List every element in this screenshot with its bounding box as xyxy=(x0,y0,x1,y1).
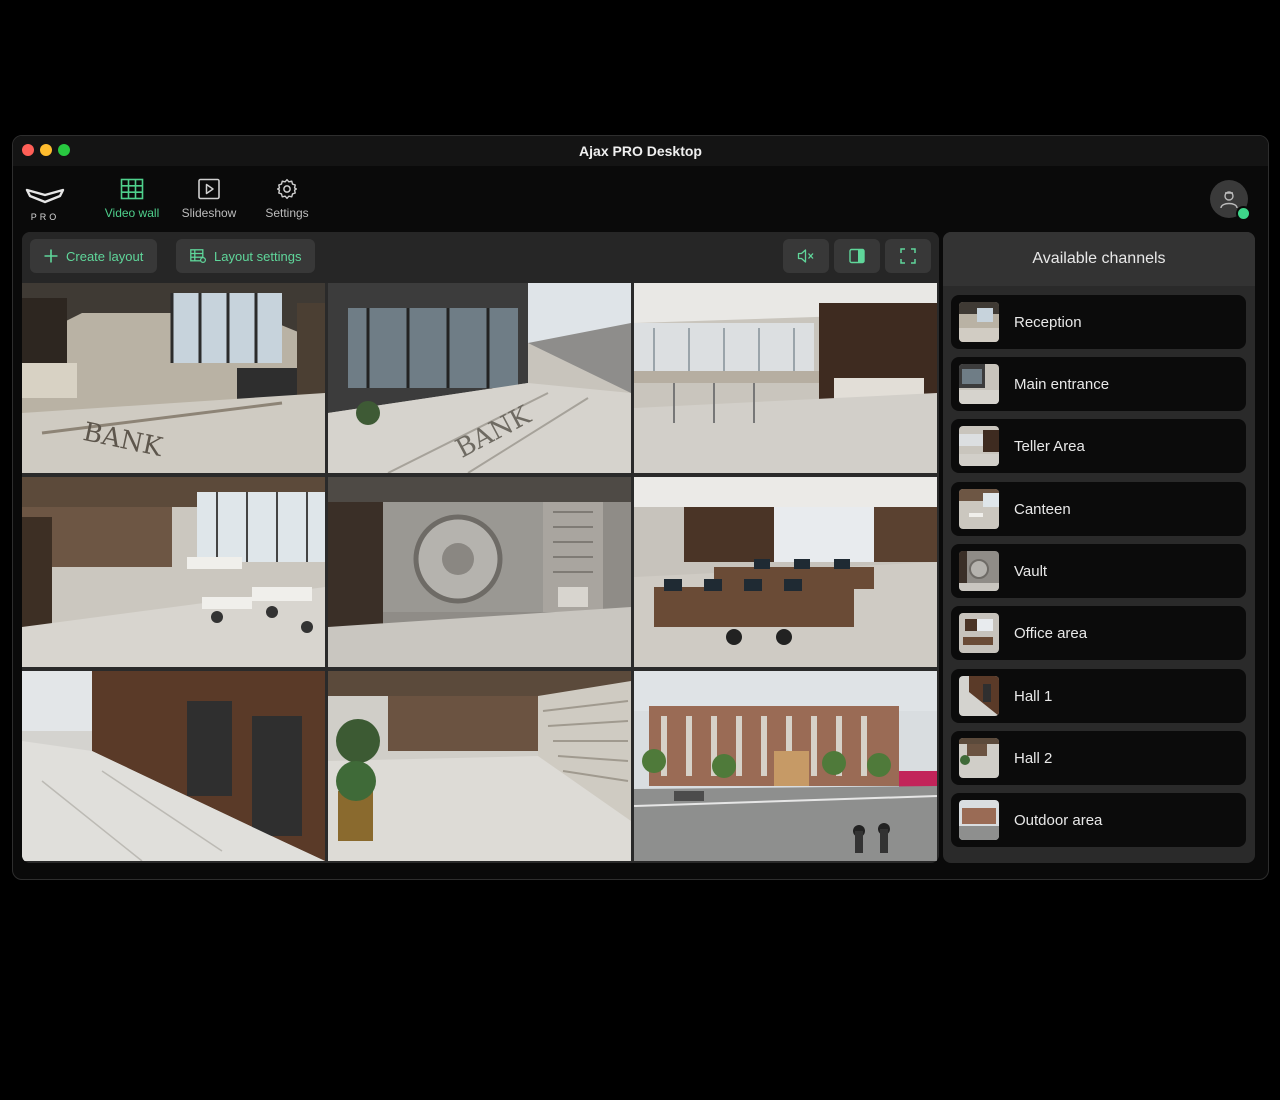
layout-settings-icon xyxy=(190,249,206,263)
ajax-logo-icon xyxy=(25,188,65,204)
channel-thumbnail xyxy=(959,613,999,653)
layout-settings-button[interactable]: Layout settings xyxy=(176,239,316,273)
camera-feed-canteen[interactable] xyxy=(22,477,325,667)
channel-label: Hall 1 xyxy=(1014,687,1053,705)
channel-label: Canteen xyxy=(1014,500,1071,518)
channel-label: Teller Area xyxy=(1014,437,1085,455)
channel-thumbnail xyxy=(959,738,999,778)
reception-feed-image: BANK xyxy=(22,283,325,473)
available-channels-title: Available channels xyxy=(943,232,1255,286)
channel-vault[interactable]: Vault xyxy=(951,544,1246,598)
canteen-feed-image xyxy=(22,477,325,667)
channel-label: Reception xyxy=(1014,313,1082,331)
camera-feed-reception[interactable]: BANK xyxy=(22,283,325,473)
channel-label: Outdoor area xyxy=(1014,811,1103,829)
user-avatar[interactable] xyxy=(1210,180,1251,221)
channel-thumbnail xyxy=(959,800,999,840)
video-wall-toolbar: Create layout Layout settings xyxy=(22,232,939,283)
channel-thumbnail xyxy=(959,551,999,591)
main-entrance-feed-image: BANK xyxy=(328,283,631,473)
create-layout-button[interactable]: Create layout xyxy=(30,239,158,273)
panel-toggle-icon xyxy=(849,248,865,264)
camera-feed-hall-2[interactable] xyxy=(328,671,631,861)
ajax-logo: PRO xyxy=(25,186,65,226)
mute-icon xyxy=(797,249,814,263)
available-channels-panel: Available channels Reception Main entran… xyxy=(943,232,1255,863)
channel-hall-1[interactable]: Hall 1 xyxy=(951,669,1246,723)
logo-text: PRO xyxy=(30,212,60,222)
channel-label: Hall 2 xyxy=(1014,749,1053,767)
channel-thumbnail xyxy=(959,364,999,404)
channel-label: Main entrance xyxy=(1014,375,1110,393)
camera-feed-teller-area[interactable] xyxy=(634,283,937,473)
nav-video-wall[interactable]: Video wall xyxy=(94,178,170,220)
channel-thumbnail xyxy=(959,676,999,716)
nav-label: Video wall xyxy=(104,206,160,220)
channel-thumbnail xyxy=(959,489,999,529)
play-icon xyxy=(198,178,220,200)
title-bar: Ajax PRO Desktop xyxy=(13,136,1268,166)
fullscreen-button[interactable] xyxy=(885,239,931,273)
window-title: Ajax PRO Desktop xyxy=(579,143,702,159)
vault-feed-image xyxy=(328,477,631,667)
channel-office-area[interactable]: Office area xyxy=(951,606,1246,660)
gear-icon xyxy=(276,178,298,200)
layout-settings-label: Layout settings xyxy=(214,248,302,264)
online-status-dot xyxy=(1236,206,1251,221)
camera-feed-main-entrance[interactable]: BANK xyxy=(328,283,631,473)
video-wall-panel: Create layout Layout settings BANK BANK xyxy=(22,232,939,863)
channel-thumbnail xyxy=(959,302,999,342)
channel-label: Vault xyxy=(1014,562,1048,580)
top-navigation: PRO Video wall Slideshow Settings xyxy=(13,166,1268,232)
camera-feed-office-area[interactable] xyxy=(634,477,937,667)
mute-button[interactable] xyxy=(783,239,829,273)
hall-2-feed-image xyxy=(328,671,631,861)
camera-grid: BANK BANK xyxy=(22,283,939,863)
channel-hall-2[interactable]: Hall 2 xyxy=(951,731,1246,785)
grid-icon xyxy=(120,178,144,200)
app-window: Ajax PRO Desktop PRO Video wall Slidesho… xyxy=(12,135,1269,880)
channel-outdoor-area[interactable]: Outdoor area xyxy=(951,793,1246,847)
channel-label: Office area xyxy=(1014,624,1088,642)
channel-main-entrance[interactable]: Main entrance xyxy=(951,357,1246,411)
nav-label: Slideshow xyxy=(181,206,237,220)
hall-1-feed-image xyxy=(22,671,325,861)
channel-thumbnail xyxy=(959,426,999,466)
user-icon xyxy=(1220,191,1238,209)
channel-reception[interactable]: Reception xyxy=(951,295,1246,349)
office-area-feed-image xyxy=(634,477,937,667)
outdoor-area-feed-image xyxy=(634,671,937,861)
camera-feed-vault[interactable] xyxy=(328,477,631,667)
create-layout-label: Create layout xyxy=(66,248,144,264)
camera-feed-hall-1[interactable] xyxy=(22,671,325,861)
plus-icon xyxy=(44,249,58,263)
fullscreen-icon xyxy=(900,248,916,264)
nav-settings[interactable]: Settings xyxy=(249,178,325,220)
channel-teller-area[interactable]: Teller Area xyxy=(951,419,1246,473)
teller-area-feed-image xyxy=(634,283,937,473)
nav-slideshow[interactable]: Slideshow xyxy=(171,178,247,220)
channel-canteen[interactable]: Canteen xyxy=(951,482,1246,536)
camera-feed-outdoor-area[interactable] xyxy=(634,671,937,861)
panel-toggle-button[interactable] xyxy=(834,239,880,273)
nav-label: Settings xyxy=(265,206,309,220)
